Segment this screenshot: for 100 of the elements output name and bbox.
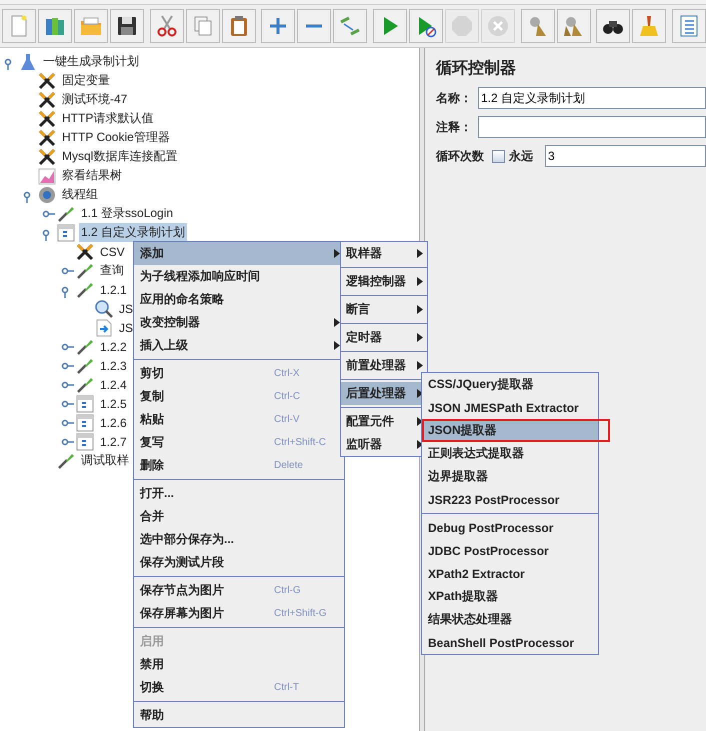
expanded-handle-icon[interactable] <box>24 191 30 202</box>
wrench-icon <box>37 90 57 110</box>
window-icon <box>75 432 95 452</box>
name-field[interactable]: 1.2 自定义录制计划 <box>478 87 706 109</box>
menu-item[interactable]: 保存节点为图片 Ctrl-G <box>134 579 344 602</box>
menu-item[interactable]: 边界提取器 <box>422 465 598 488</box>
document-arrow-icon <box>94 318 114 338</box>
submenu-arrow-icon <box>417 305 423 314</box>
menu-item[interactable]: 禁用 <box>134 653 344 676</box>
menu-item[interactable]: 插入上级 <box>134 334 344 357</box>
save-icon <box>115 14 139 38</box>
menu-item[interactable]: 定时器 <box>341 326 427 349</box>
tree-node[interactable]: Mysql数据库连接配置 <box>60 147 180 166</box>
collapsed-handle-icon[interactable] <box>42 210 55 217</box>
submenu-arrow-icon <box>417 361 423 370</box>
tree-node[interactable]: 调试取样 <box>79 451 131 470</box>
menu-item[interactable]: BeanShell PostProcessor <box>422 631 598 654</box>
tree-node[interactable]: 察看结果树 <box>60 166 124 185</box>
magnifier-icon <box>94 298 114 318</box>
wrench-icon <box>37 128 57 148</box>
tree-node[interactable]: 一键生成录制计划 <box>41 52 141 71</box>
menu-item[interactable]: 保存为测试片段 <box>134 551 344 574</box>
expanded-handle-icon[interactable] <box>42 229 50 240</box>
panel-title: 循环控制器 <box>436 58 517 79</box>
scissors-icon <box>154 14 179 38</box>
menu-item[interactable]: JSR223 PostProcessor <box>422 488 598 511</box>
menu-item[interactable]: 结果状态处理器 <box>422 608 598 631</box>
collapsed-handle-icon[interactable] <box>62 362 74 369</box>
tree-node[interactable]: 1.2.2 <box>98 338 129 354</box>
menu-item[interactable]: 粘贴 Ctrl-V <box>134 408 344 431</box>
menu-item[interactable]: 断言 <box>341 298 427 321</box>
menu-item[interactable]: 应用的命名策略 <box>134 288 344 311</box>
expanded-handle-icon[interactable] <box>62 286 68 298</box>
comment-label: 注释： <box>436 118 472 136</box>
collapsed-handle-icon[interactable] <box>62 419 74 426</box>
window-icon <box>75 394 95 414</box>
loop-count-field[interactable]: 3 <box>545 145 706 167</box>
tree-node[interactable]: JS <box>117 300 136 316</box>
menu-item[interactable]: 逻辑控制器 <box>341 270 427 293</box>
menu-item[interactable]: 前置处理器 <box>341 354 427 377</box>
menu-item[interactable]: 删除 Delete <box>134 454 344 477</box>
tree-node[interactable]: JS <box>117 320 136 336</box>
wrench-icon <box>37 146 57 166</box>
comment-field[interactable] <box>478 116 706 138</box>
gear-icon <box>37 184 57 204</box>
collapsed-handle-icon[interactable] <box>62 267 74 274</box>
menu-item[interactable]: 复写 Ctrl+Shift-C <box>134 431 344 454</box>
tree-node[interactable]: HTTP请求默认值 <box>60 109 156 128</box>
menu-item[interactable]: 取样器 <box>341 242 427 265</box>
expanded-handle-icon[interactable] <box>4 58 12 70</box>
wrench-icon <box>75 242 95 262</box>
tree-node[interactable]: 线程组 <box>60 185 100 204</box>
menu-item[interactable]: 打开... <box>134 482 344 505</box>
menu-item[interactable]: XPath2 Extractor <box>422 562 598 585</box>
forever-label: 永远 <box>509 148 533 164</box>
menu-item[interactable]: 正则表达式提取器 <box>422 442 598 465</box>
tree-node[interactable]: 1.2.1 <box>98 282 129 298</box>
submenu-arrow-icon <box>417 277 423 286</box>
menu-item[interactable]: 剪切 Ctrl-X <box>134 362 344 385</box>
tree-node[interactable]: 固定变量 <box>60 71 112 90</box>
menu-item[interactable]: 为子线程添加响应时间 <box>134 265 344 288</box>
tree-node[interactable]: 查询 <box>98 261 126 280</box>
tree-node[interactable]: 1.2.3 <box>98 358 129 374</box>
menu-item[interactable]: 选中部分保存为... <box>134 528 344 551</box>
menu-item[interactable]: 帮助 <box>134 704 344 727</box>
collapsed-handle-icon[interactable] <box>62 438 74 445</box>
wrench-icon <box>37 108 57 128</box>
collapsed-handle-icon[interactable] <box>62 381 74 388</box>
chart-icon <box>37 166 57 186</box>
tree-node[interactable]: 1.2.4 <box>98 376 129 392</box>
tree-node[interactable]: 1.1 登录ssoLogin <box>79 204 176 223</box>
flask-icon <box>18 52 38 72</box>
menu-item[interactable]: JDBC PostProcessor <box>422 539 598 562</box>
submenu-arrow-icon <box>417 249 423 258</box>
window-icon <box>75 412 95 432</box>
menu-item[interactable]: 合并 <box>134 505 344 528</box>
tree-node[interactable]: 1.2 自定义录制计划 <box>79 223 188 242</box>
menu-item[interactable]: 改变控制器 <box>134 311 344 334</box>
collapsed-handle-icon[interactable] <box>62 400 74 407</box>
menu-item[interactable]: Debug PostProcessor <box>422 516 598 539</box>
stop-icon <box>450 14 474 38</box>
submenu-arrow-icon <box>417 333 423 342</box>
toolbar-button[interactable] <box>596 9 630 43</box>
tree-node[interactable]: 测试环境-47 <box>60 90 130 109</box>
tree-node[interactable]: 1.2.5 <box>98 396 129 412</box>
wrench-icon <box>37 70 57 90</box>
forever-checkbox[interactable] <box>492 150 505 162</box>
menu-item[interactable]: 复制 Ctrl-C <box>134 385 344 408</box>
tree-node[interactable]: 1.2.6 <box>98 414 129 430</box>
toolbar-button[interactable] <box>110 9 144 43</box>
tree-node[interactable]: HTTP Cookie管理器 <box>60 128 172 147</box>
close-icon <box>486 14 510 38</box>
tree-node[interactable]: 1.2.7 <box>98 434 129 450</box>
window-icon <box>56 222 76 242</box>
collapsed-handle-icon[interactable] <box>62 343 74 350</box>
tree-node[interactable]: CSV <box>98 244 127 260</box>
name-label: 名称： <box>436 90 472 106</box>
menu-item[interactable]: XPath提取器 <box>422 585 598 608</box>
menu-item[interactable]: 切换 Ctrl-T <box>134 676 344 699</box>
menu-item[interactable]: 保存屏幕为图片 Ctrl+Shift-G <box>134 602 344 625</box>
